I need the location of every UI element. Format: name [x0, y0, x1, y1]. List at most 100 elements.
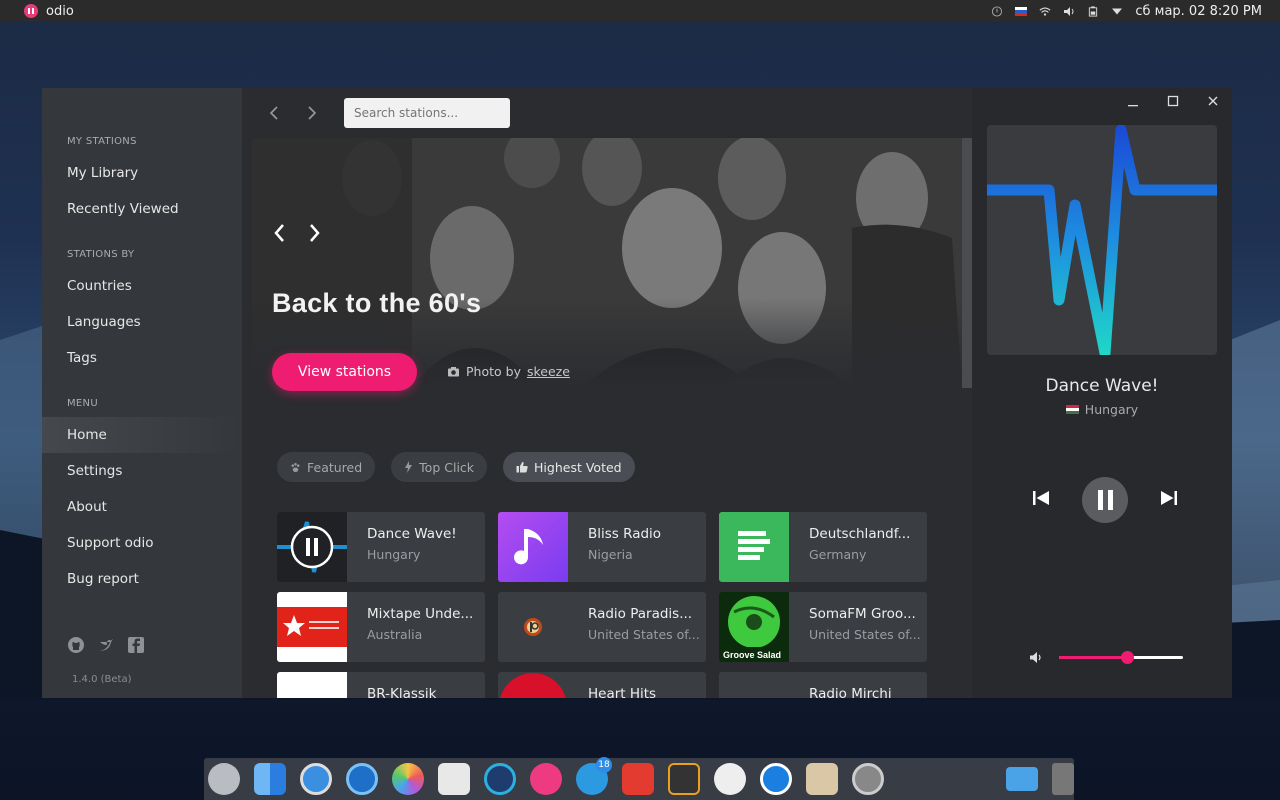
previous-track-icon[interactable]	[1032, 490, 1050, 510]
thumbs-up-icon	[516, 461, 528, 473]
station-name: BR-Klassik	[367, 686, 437, 698]
svg-text:BR: BR	[291, 693, 329, 698]
launchpad-rocket-icon[interactable]	[208, 763, 240, 795]
photos-icon[interactable]	[392, 763, 424, 795]
odio-dock-icon[interactable]	[530, 763, 562, 795]
station-card[interactable]: Radio Paradis... United States of...	[498, 592, 706, 662]
playback-controls	[1032, 477, 1178, 523]
app-version: 1.4.0 (Beta)	[72, 674, 132, 685]
station-country: Germany	[809, 547, 867, 562]
sidebar-heading-menu: MENU	[67, 398, 98, 409]
maximize-icon[interactable]	[1166, 94, 1180, 112]
speaker-icon[interactable]	[1029, 651, 1043, 664]
station-name: Mixtape Unde...	[367, 606, 474, 622]
station-thumb-mirchi	[719, 672, 789, 698]
station-card[interactable]: Radio Mirchi	[719, 672, 927, 698]
back-arrow-icon[interactable]	[266, 104, 284, 122]
sidebar-item-recently-viewed[interactable]: Recently Viewed	[42, 191, 242, 227]
station-card[interactable]: Dance Wave! Hungary	[277, 512, 485, 582]
sidebar-item-bug-report[interactable]: Bug report	[42, 561, 242, 597]
forward-arrow-icon[interactable]	[302, 104, 320, 122]
camera-icon	[448, 367, 459, 377]
filter-highest-voted[interactable]: Highest Voted	[503, 452, 635, 482]
station-country: Hungary	[367, 547, 421, 562]
station-thumb-dancewave	[277, 512, 347, 582]
search-input[interactable]	[344, 98, 510, 128]
station-card[interactable]: Groove Salad SomaFM Groo... United States…	[719, 592, 927, 662]
station-card[interactable]: BR BR-Klassik	[277, 672, 485, 698]
main-toolbar	[242, 88, 972, 138]
battery-icon[interactable]	[1087, 5, 1099, 17]
station-name: Bliss Radio	[588, 526, 662, 542]
telegram-icon[interactable]: 18	[576, 757, 612, 795]
station-card[interactable]: Deutschlandf... Germany	[719, 512, 927, 582]
station-name: Radio Paradis...	[588, 606, 693, 622]
system-top-bar: odio сб мар. 02 8:20 PM	[0, 0, 1280, 22]
sidebar: MY STATIONS My Library Recently Viewed S…	[42, 88, 242, 698]
facebook-icon[interactable]	[127, 636, 145, 654]
safari-compass-icon[interactable]	[300, 763, 332, 795]
hero-banner	[252, 138, 962, 388]
sidebar-item-home[interactable]: Home	[42, 417, 242, 453]
station-card[interactable]: Mixtape Unde... Australia	[277, 592, 485, 662]
now-playing-country: Hungary	[972, 402, 1232, 417]
close-icon[interactable]	[1206, 94, 1220, 112]
volume-icon[interactable]	[1063, 6, 1075, 17]
filter-featured[interactable]: Featured	[277, 452, 376, 482]
photo-editor-icon[interactable]	[438, 763, 470, 795]
volume-knob[interactable]	[1121, 651, 1135, 664]
simplenote-icon[interactable]	[760, 763, 792, 795]
station-grid: Dance Wave! Hungary Bliss Radio Nigeria De…	[277, 512, 927, 698]
clock[interactable]: сб мар. 02 8:20 PM	[1135, 4, 1262, 19]
station-thumb-soma: Groove Salad	[719, 592, 789, 662]
sublime-text-icon[interactable]	[668, 763, 700, 795]
system-settings-gear-icon[interactable]	[852, 763, 884, 795]
info-icon[interactable]	[991, 5, 1003, 17]
sidebar-item-my-library[interactable]: My Library	[42, 155, 242, 191]
now-playing-artwork	[987, 125, 1217, 355]
carousel-next-icon[interactable]	[306, 222, 324, 250]
mascot-app-icon[interactable]	[714, 763, 746, 795]
photo-author-link[interactable]: skeeze	[527, 364, 570, 379]
github-icon[interactable]	[67, 636, 85, 654]
station-name: SomaFM Groo...	[809, 606, 916, 622]
trash-icon[interactable]	[1052, 763, 1074, 795]
sidebar-item-support-odio[interactable]: Support odio	[42, 525, 242, 561]
player-panel: Dance Wave! Hungary	[972, 88, 1232, 698]
edge-browser-icon[interactable]	[484, 763, 516, 795]
photo-by-label: Photo by	[466, 364, 521, 379]
minimize-icon[interactable]	[1126, 94, 1140, 112]
sidebar-item-languages[interactable]: Languages	[42, 304, 242, 340]
hero-scrollbar[interactable]	[962, 138, 972, 388]
archive-icon[interactable]	[806, 763, 838, 795]
language-flag-icon[interactable]	[1015, 6, 1028, 17]
sidebar-item-tags[interactable]: Tags	[42, 340, 242, 376]
sidebar-item-about[interactable]: About	[42, 489, 242, 525]
system-menu-chevron-icon[interactable]	[1111, 6, 1123, 17]
sidebar-item-countries[interactable]: Countries	[42, 268, 242, 304]
pause-button[interactable]	[1082, 477, 1128, 523]
station-thumb-bliss	[498, 512, 568, 582]
station-country: United States of...	[588, 627, 700, 642]
browser-icon[interactable]	[346, 763, 378, 795]
station-country: Nigeria	[588, 547, 633, 562]
view-stations-button[interactable]: View stations	[272, 353, 417, 391]
station-country: United States of...	[809, 627, 921, 642]
wifi-icon[interactable]	[1039, 6, 1051, 17]
sidebar-item-settings[interactable]: Settings	[42, 453, 242, 489]
odio-app-icon	[24, 4, 38, 18]
finder-icon[interactable]	[254, 763, 286, 795]
carousel-prev-icon[interactable]	[272, 222, 290, 250]
next-track-icon[interactable]	[1160, 490, 1178, 510]
station-name: Dance Wave!	[367, 526, 457, 542]
station-thumb-mixtape	[277, 592, 347, 662]
twitter-icon[interactable]	[97, 636, 115, 654]
station-card[interactable]: Bliss Radio Nigeria	[498, 512, 706, 582]
odio-window: MY STATIONS My Library Recently Viewed S…	[42, 88, 1232, 698]
folder-icon[interactable]	[1006, 767, 1038, 791]
volume-slider[interactable]	[1059, 651, 1183, 664]
station-card[interactable]: Heart Hits	[498, 672, 706, 698]
filezilla-icon[interactable]	[622, 763, 654, 795]
station-name: Heart Hits	[588, 686, 657, 698]
filter-top-click[interactable]: Top Click	[391, 452, 488, 482]
